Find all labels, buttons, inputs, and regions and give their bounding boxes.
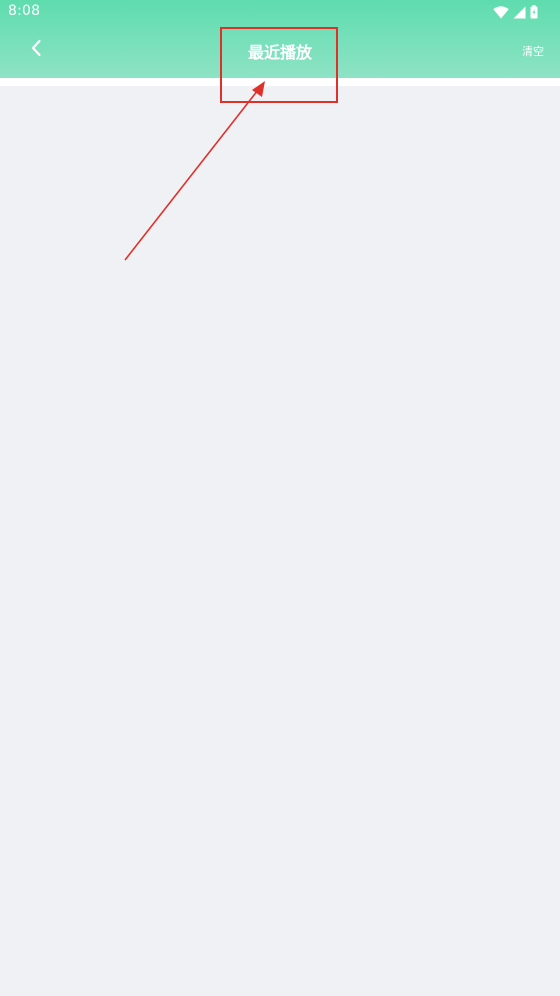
status-icons bbox=[493, 4, 538, 20]
page-title: 最近播放 bbox=[247, 43, 312, 62]
recent-play-list bbox=[0, 86, 560, 996]
recent-play-screen: 8:08 最近播放 清空 bbox=[0, 0, 560, 996]
clear-button[interactable]: 清空 bbox=[522, 43, 544, 59]
battery-icon bbox=[530, 5, 538, 19]
signal-icon bbox=[513, 6, 526, 19]
toolbar: 最近播放 清空 bbox=[0, 24, 560, 78]
status-bar: 8:08 bbox=[0, 0, 560, 24]
header-divider bbox=[0, 78, 560, 86]
status-time: 8:08 bbox=[8, 3, 41, 19]
wifi-icon bbox=[493, 5, 509, 19]
app-header: 8:08 最近播放 清空 bbox=[0, 0, 560, 78]
